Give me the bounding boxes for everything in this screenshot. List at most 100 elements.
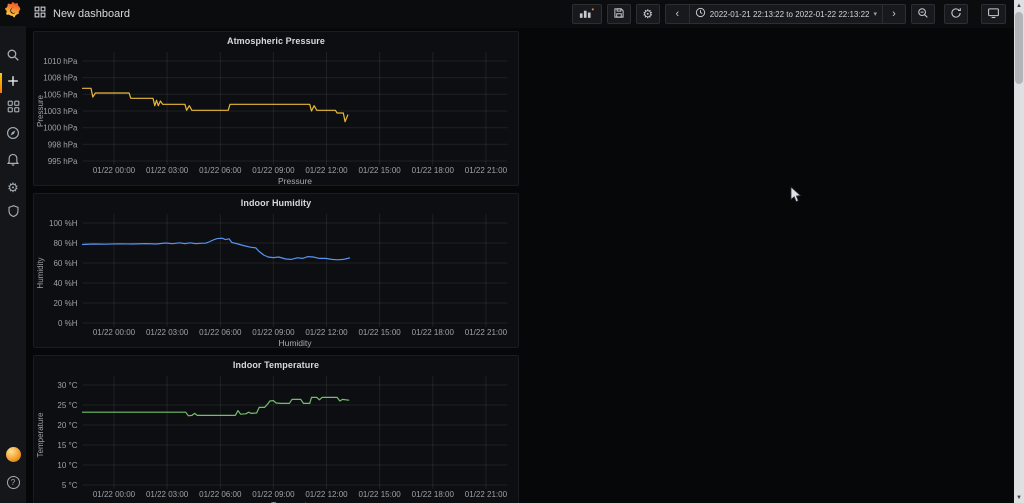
apps-grid-icon — [7, 100, 20, 118]
scroll-thumb[interactable] — [1015, 12, 1023, 84]
y-tick-label: 998 hPa — [48, 140, 78, 149]
y-tick-label: 30 °C — [57, 381, 77, 390]
shield-icon — [7, 204, 20, 223]
scrollbar[interactable]: ▲ ▼ — [1014, 0, 1024, 503]
x-tick-label: 01/22 15:00 — [358, 166, 401, 175]
dashboard-toolbar: ⚙ ‹ 2022-01-21 22:13:22 to 2022-01-22 22… — [572, 4, 1006, 24]
dashboard-canvas: Atmospheric Pressure 01/22 00:0001/22 03… — [26, 28, 1014, 503]
legend-label: Humidity — [278, 338, 312, 348]
panel-atmospheric-pressure: Atmospheric Pressure 01/22 00:0001/22 03… — [33, 31, 519, 186]
save-dashboard-button[interactable] — [607, 4, 631, 24]
y-axis-label: Pressure — [36, 94, 45, 127]
axis-tick-labels: 01/22 00:0001/22 03:0001/22 06:0001/22 0… — [43, 57, 507, 175]
axis-tick-labels: 01/22 00:0001/22 03:0001/22 06:0001/22 0… — [49, 219, 508, 337]
x-tick-label: 01/22 15:00 — [358, 490, 401, 499]
x-tick-label: 01/22 03:00 — [146, 328, 189, 337]
y-tick-label: 0 %H — [58, 319, 78, 328]
sidebar: ⚙ ? — [0, 0, 26, 503]
sidebar-item-explore[interactable] — [0, 122, 26, 148]
series-line-pressure — [83, 88, 348, 121]
sidebar-item-server-admin[interactable] — [0, 200, 26, 226]
x-tick-label: 01/22 06:00 — [199, 166, 242, 175]
time-picker-group: ‹ 2022-01-21 22:13:22 to 2022-01-22 22:1… — [665, 4, 906, 24]
gear-icon: ⚙ — [642, 8, 653, 20]
dashboard-grid-icon — [34, 5, 46, 23]
x-tick-label: 01/22 18:00 — [412, 328, 455, 337]
time-shift-forward-button[interactable]: › — [882, 4, 906, 24]
chevron-left-icon: ‹ — [675, 9, 679, 20]
top-navbar: New dashboard ⚙ — [26, 0, 1014, 28]
x-tick-label: 01/22 12:00 — [305, 490, 348, 499]
cycle-view-mode-button[interactable] — [981, 4, 1006, 24]
x-tick-label: 01/22 09:00 — [252, 328, 295, 337]
y-tick-label: 40 %H — [53, 279, 77, 288]
monitor-icon — [987, 7, 1000, 22]
bell-icon — [6, 152, 20, 171]
indoor-humidity-chart[interactable]: 01/22 00:0001/22 03:0001/22 06:0001/22 0… — [34, 194, 520, 349]
y-tick-label: 15 °C — [57, 441, 77, 450]
y-tick-label: 20 %H — [53, 299, 77, 308]
sidebar-item-configuration[interactable]: ⚙ — [0, 174, 26, 200]
sidebar-item-alerting[interactable] — [0, 148, 26, 174]
atmospheric-pressure-chart[interactable]: 01/22 00:0001/22 03:0001/22 06:0001/22 0… — [34, 32, 520, 187]
x-tick-label: 01/22 21:00 — [465, 328, 508, 337]
y-tick-label: 995 hPa — [48, 157, 78, 166]
panel-indoor-humidity: Indoor Humidity 01/22 00:0001/22 03:0001… — [33, 193, 519, 348]
scroll-down-button[interactable]: ▼ — [1014, 492, 1024, 503]
series-line-temperature — [83, 397, 349, 415]
grid-lines — [83, 214, 508, 327]
search-icon — [6, 48, 20, 67]
scroll-up-button[interactable]: ▲ — [1014, 0, 1024, 11]
sidebar-item-dashboards[interactable] — [0, 96, 26, 122]
zoom-out-icon — [917, 7, 929, 22]
y-tick-label: 1005 hPa — [43, 90, 78, 99]
y-tick-label: 1008 hPa — [43, 74, 78, 83]
y-axis-label: Temperature — [36, 412, 45, 457]
sidebar-item-profile[interactable] — [0, 441, 26, 467]
y-tick-label: 100 %H — [49, 219, 78, 228]
grafana-logo-button[interactable] — [0, 0, 26, 26]
x-tick-label: 01/22 12:00 — [305, 166, 348, 175]
grafana-app: { "topnav": { "title": "New dashboard", … — [0, 0, 1024, 503]
grid-lines — [83, 376, 508, 489]
chevron-right-icon: › — [892, 9, 896, 20]
clock-icon — [695, 7, 706, 21]
compass-icon — [6, 126, 20, 145]
sidebar-item-help[interactable]: ? — [0, 469, 26, 495]
time-range-button[interactable]: 2022-01-21 22:13:22 to 2022-01-22 22:13:… — [689, 4, 882, 24]
y-tick-label: 1010 hPa — [43, 57, 78, 66]
user-avatar — [6, 447, 21, 462]
plus-icon — [6, 74, 20, 93]
caret-down-icon: ▾ — [873, 10, 877, 18]
x-tick-label: 01/22 21:00 — [465, 490, 508, 499]
x-tick-label: 01/22 09:00 — [252, 166, 295, 175]
grafana-logo-icon — [5, 2, 22, 24]
zoom-out-time-button[interactable] — [911, 4, 935, 24]
breadcrumb[interactable]: New dashboard — [34, 5, 130, 23]
y-axis-label: Humidity — [36, 257, 45, 288]
y-tick-label: 60 %H — [53, 259, 77, 268]
y-tick-label: 5 °C — [62, 481, 78, 490]
y-tick-label: 10 °C — [57, 461, 77, 470]
axis-tick-labels: 01/22 00:0001/22 03:0001/22 06:0001/22 0… — [57, 381, 507, 499]
sidebar-item-search[interactable] — [0, 44, 26, 70]
add-panel-button[interactable] — [572, 4, 602, 24]
refresh-icon — [950, 7, 962, 22]
sidebar-item-create[interactable] — [0, 70, 26, 96]
refresh-button[interactable] — [944, 4, 968, 24]
y-tick-label: 20 °C — [57, 421, 77, 430]
y-tick-label: 80 %H — [53, 239, 77, 248]
x-tick-label: 01/22 18:00 — [412, 166, 455, 175]
series-line-humidity — [83, 238, 350, 260]
panel-indoor-temperature: Indoor Temperature 01/22 00:0001/22 03:0… — [33, 355, 519, 503]
time-shift-back-button[interactable]: ‹ — [665, 4, 689, 24]
legend-label: Pressure — [278, 176, 312, 186]
save-icon — [613, 7, 625, 22]
x-tick-label: 01/22 12:00 — [305, 328, 348, 337]
page-title: New dashboard — [53, 8, 130, 20]
y-tick-label: 25 °C — [57, 401, 77, 410]
x-tick-label: 01/22 03:00 — [146, 490, 189, 499]
indoor-temperature-chart[interactable]: 01/22 00:0001/22 03:0001/22 06:0001/22 0… — [34, 356, 520, 503]
dashboard-settings-button[interactable]: ⚙ — [636, 4, 660, 24]
time-range-label: 2022-01-21 22:13:22 to 2022-01-22 22:13:… — [710, 10, 870, 19]
